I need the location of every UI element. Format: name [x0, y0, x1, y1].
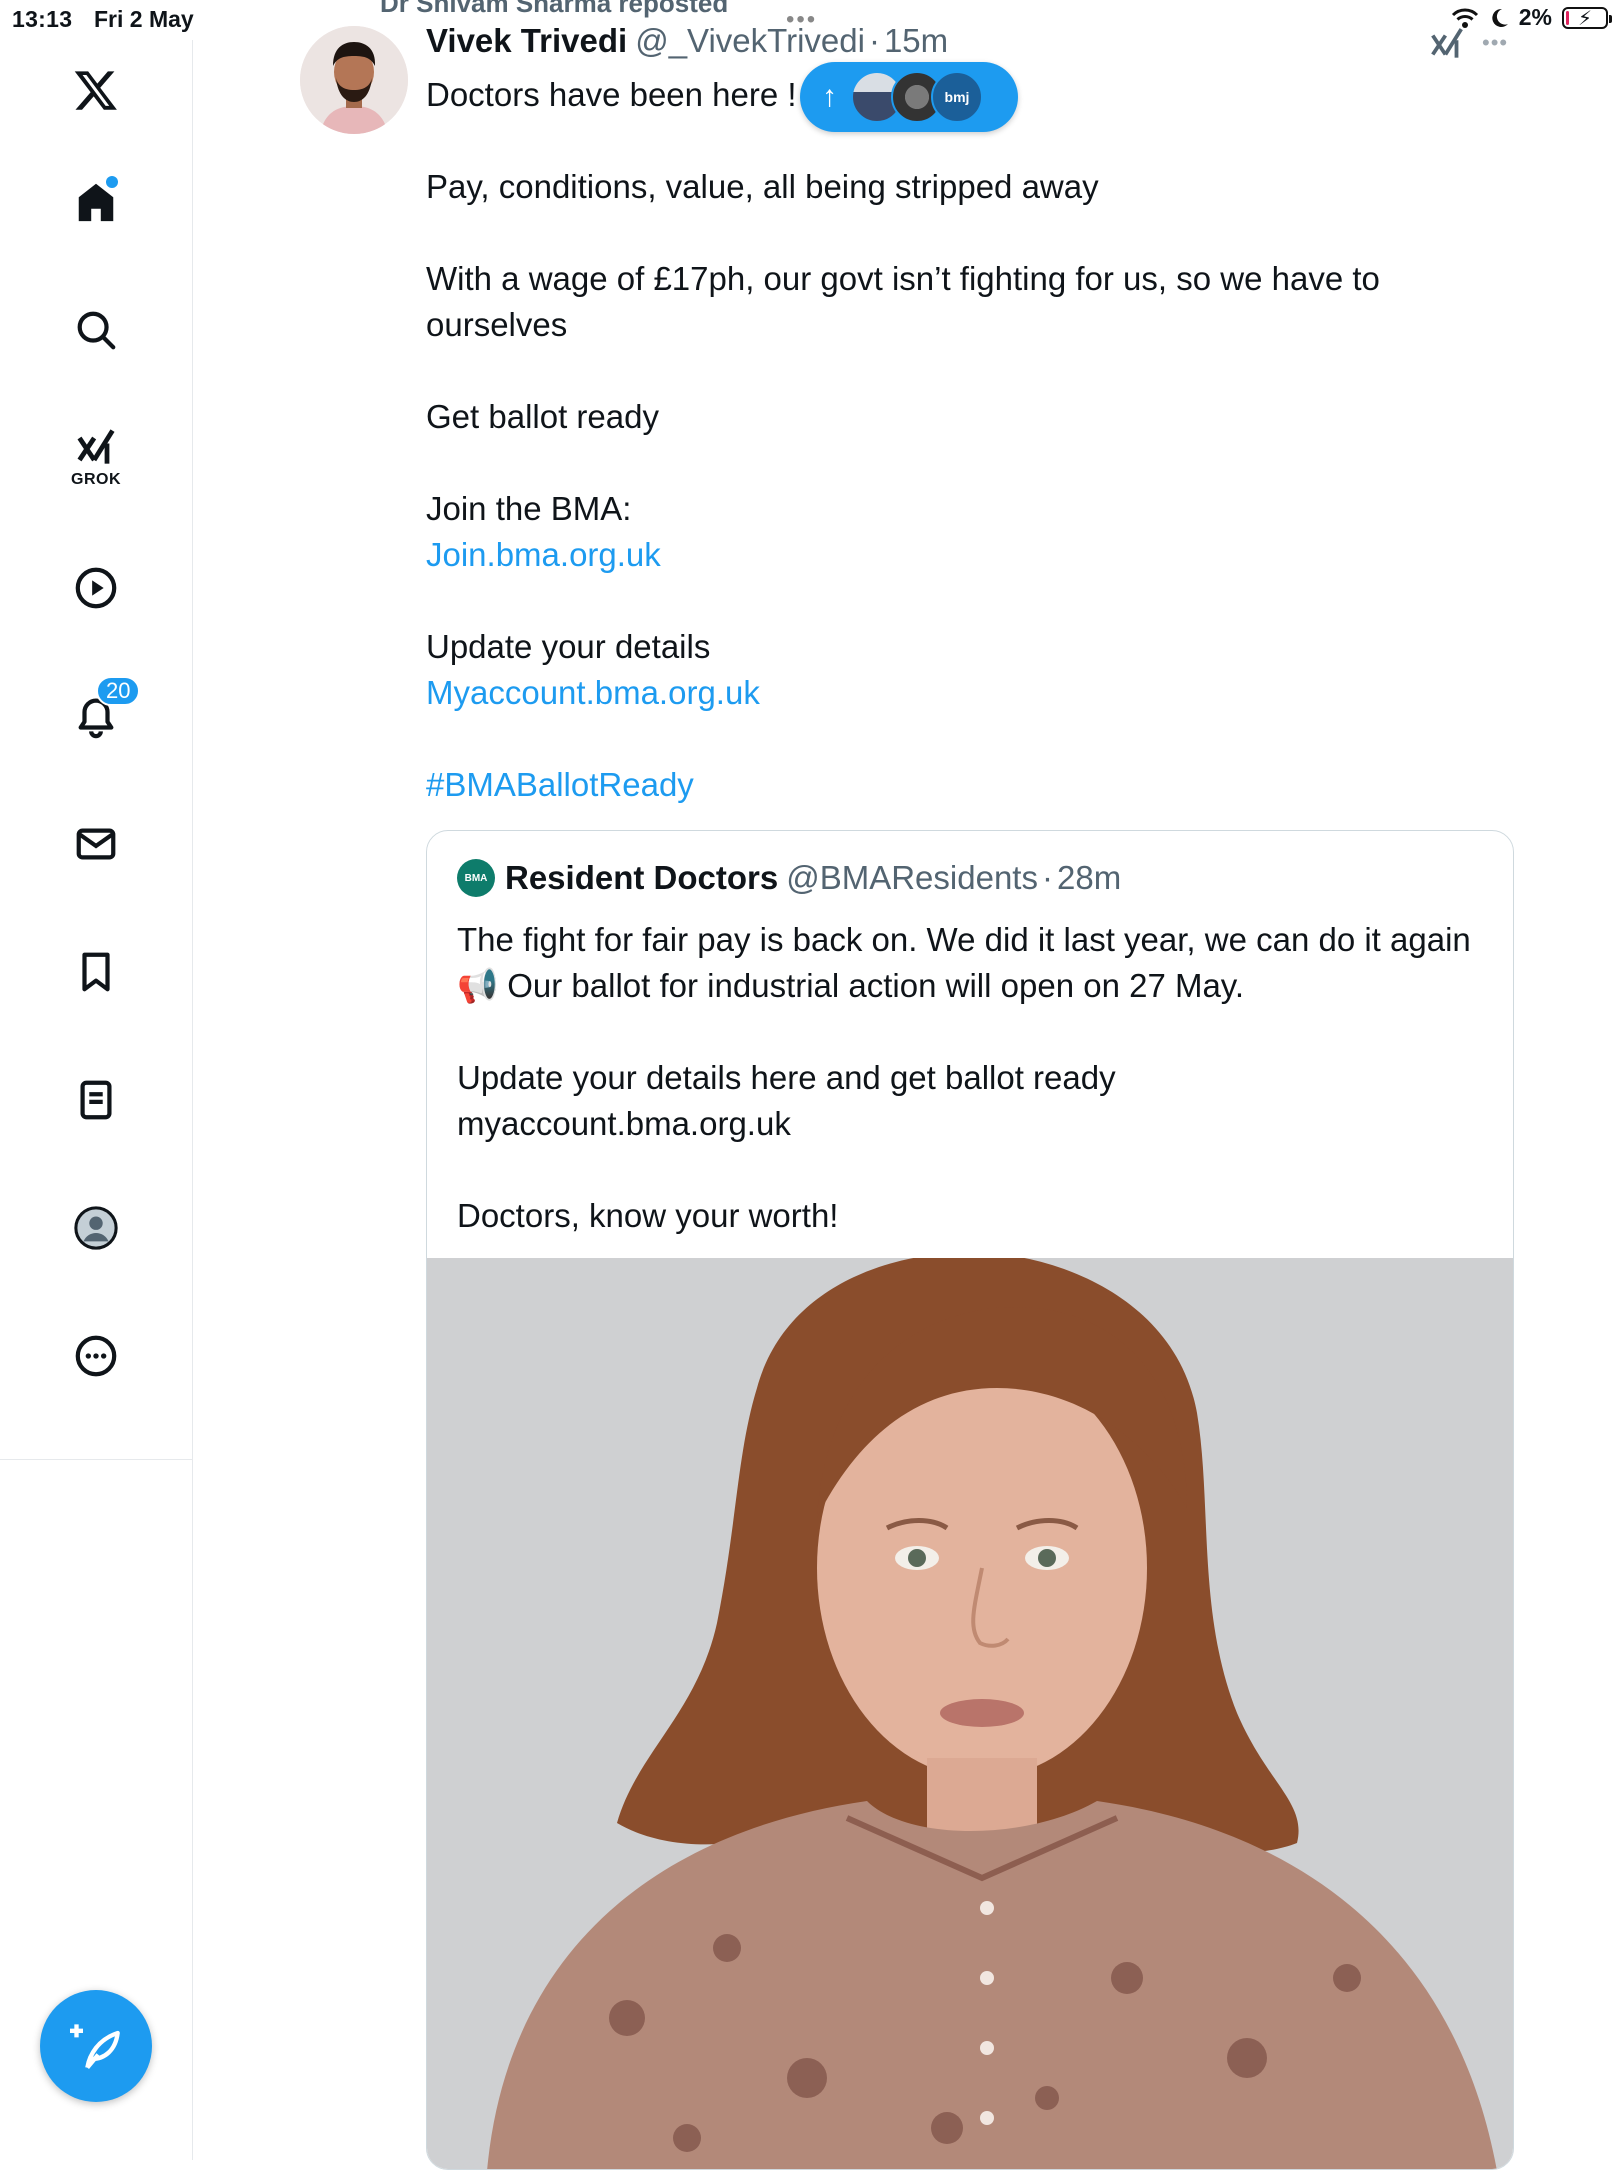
quote-link-text: myaccount.bma.org.uk	[457, 1105, 791, 1142]
time-separator: ·	[868, 22, 880, 59]
sidebar-item-profile[interactable]	[0, 1188, 192, 1268]
arrow-up-icon: ↑	[822, 80, 837, 113]
post-text-line: Update your details	[426, 628, 711, 665]
pill-avatar-bmj: bmj	[931, 71, 983, 123]
quote-paragraph: The fight for fair pay is back on. We di…	[457, 921, 1471, 1004]
grok-label: GROK	[71, 471, 121, 488]
sidebar-item-video[interactable]	[0, 548, 192, 628]
status-time: 13:13	[12, 6, 73, 32]
new-posts-pill[interactable]: ↑ bmj	[800, 62, 1018, 132]
avatar-icon	[74, 1206, 118, 1250]
sidebar-item-home[interactable]	[0, 162, 192, 242]
sidebar-item-grok[interactable]: GROK	[0, 418, 192, 498]
join-link[interactable]: Join.bma.org.uk	[426, 532, 1526, 578]
sidebar: GROK 20	[0, 40, 193, 2160]
compose-button[interactable]	[40, 1990, 152, 2102]
author-handle[interactable]: @_VivekTrivedi	[635, 22, 865, 59]
quote-header: BMA Resident Doctors @BMAResidents · 28m	[457, 859, 1121, 897]
post-text-line: With a wage of £17ph, our govt isn’t fig…	[426, 260, 1380, 343]
author-avatar[interactable]	[300, 26, 408, 134]
post-more-icon[interactable]: •••	[1482, 30, 1508, 56]
compose-feather-icon	[70, 2024, 120, 2070]
author-name[interactable]: Vivek Trivedi	[426, 22, 627, 59]
grok-corner-icon[interactable]	[1428, 26, 1466, 69]
mail-icon	[76, 828, 116, 860]
bma-logo: BMA	[457, 859, 495, 897]
notifications-badge: 20	[96, 676, 141, 706]
battery-icon: ⚡	[1562, 6, 1612, 30]
status-date: Fri 2 May	[94, 6, 194, 32]
battery-percent: 2%	[1518, 4, 1552, 30]
author-row: Vivek Trivedi @_VivekTrivedi · 15m	[426, 22, 948, 60]
more-icon	[75, 1335, 117, 1377]
quote-body: The fight for fair pay is back on. We di…	[457, 917, 1477, 1285]
quote-author-name: Resident Doctors	[505, 859, 779, 896]
quote-time: 28m	[1056, 859, 1122, 896]
bookmark-icon	[82, 952, 110, 992]
x-logo-icon[interactable]	[0, 50, 192, 130]
video-thumbnail[interactable]	[427, 1252, 1513, 2169]
quote-author-handle: @BMAResidents	[786, 859, 1038, 896]
play-icon	[75, 567, 117, 609]
sidebar-item-bookmarks[interactable]	[0, 932, 192, 1012]
myaccount-link[interactable]: Myaccount.bma.org.uk	[426, 670, 1526, 716]
hashtag-link[interactable]: #BMABallotReady	[426, 762, 1526, 808]
sidebar-item-more[interactable]	[0, 1316, 192, 1396]
quoted-post[interactable]: BMA Resident Doctors @BMAResidents · 28m…	[426, 830, 1514, 2170]
home-unread-dot	[106, 176, 118, 188]
quote-paragraph-2: Update your details here and get ballot …	[457, 1055, 1477, 1147]
list-icon	[80, 1080, 112, 1120]
sidebar-item-search[interactable]	[0, 290, 192, 370]
grok-icon	[77, 429, 115, 464]
quote-text-line: Update your details here and get ballot …	[457, 1059, 1116, 1096]
repost-indicator[interactable]: Dr Shivam Sharma reposted	[380, 0, 728, 19]
moon-icon	[1492, 8, 1508, 27]
post-time[interactable]: 15m	[884, 22, 948, 59]
time-separator: ·	[1041, 859, 1053, 896]
quote-paragraph: Doctors, know your worth!	[457, 1197, 839, 1234]
sidebar-item-notifications[interactable]: 20	[0, 676, 192, 756]
join-block: Join the BMA: Join.bma.org.uk	[426, 486, 1526, 578]
post-body: Doctors have been here ! Pay, conditions…	[426, 72, 1526, 854]
sidebar-item-messages[interactable]	[0, 804, 192, 884]
update-block: Update your details Myaccount.bma.org.uk	[426, 624, 1526, 716]
sidebar-divider	[0, 1459, 192, 1460]
status-indicators: 2% ⚡	[1451, 4, 1612, 31]
post-text-line: Join the BMA:	[426, 490, 632, 527]
search-icon	[77, 311, 116, 350]
post-text-line: Get ballot ready	[426, 398, 659, 435]
post-text-line: Pay, conditions, value, all being stripp…	[426, 168, 1099, 205]
sidebar-item-lists[interactable]	[0, 1060, 192, 1140]
